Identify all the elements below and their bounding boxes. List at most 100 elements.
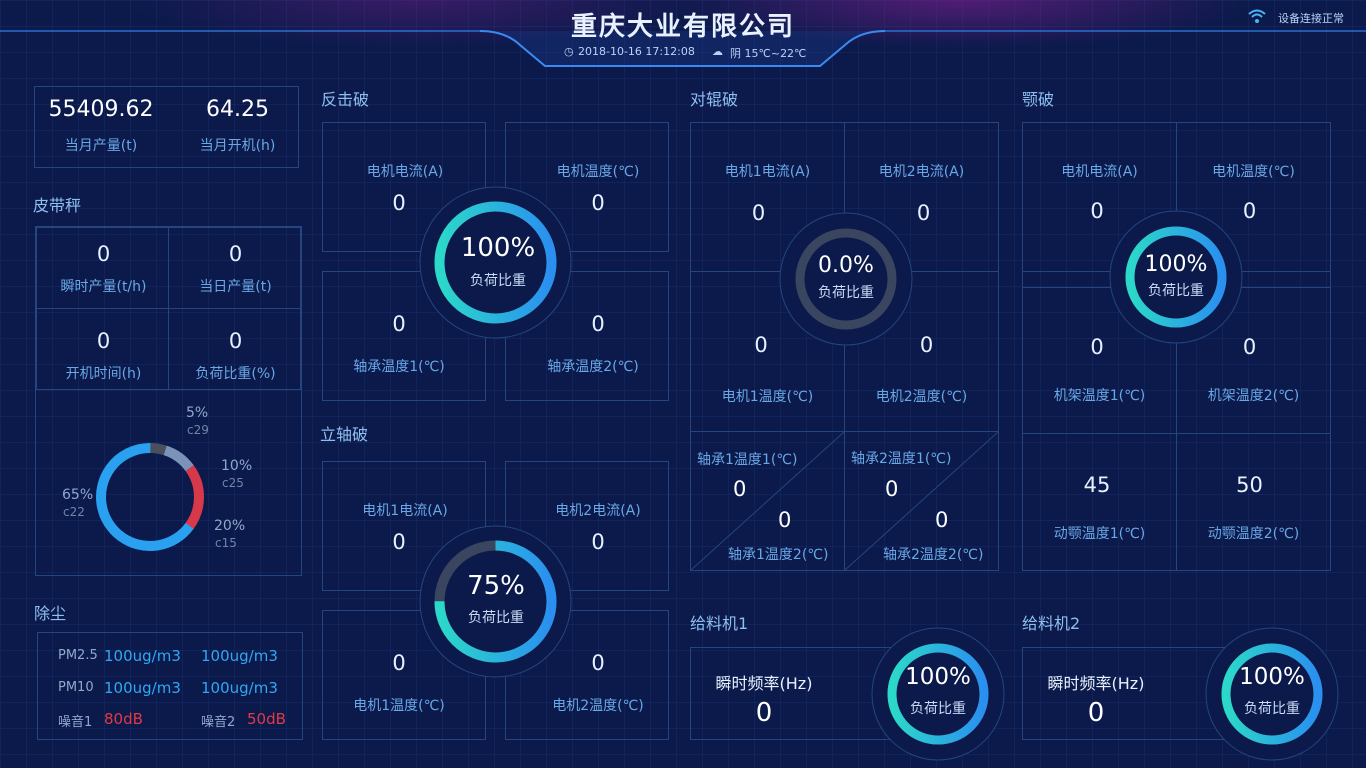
noise2-label: 噪音2 — [201, 715, 236, 730]
divider — [1023, 433, 1330, 434]
feeder1-frequency-value: 0 — [755, 698, 773, 728]
belt-instant-output-label: 瞬时产量(t/h) — [60, 279, 147, 295]
donut-label-c15: 20% — [214, 518, 245, 534]
belt-run-time-label: 开机时间(h) — [65, 366, 142, 382]
roller-bearing2-temp2-value: 0 — [935, 508, 949, 532]
pm25-value-2: 100ug/m3 — [201, 647, 278, 665]
jaw-moving-jaw-temp2-label: 动颚温度2(℃) — [1207, 526, 1300, 542]
section-title-belt: 皮带秤 — [33, 196, 82, 215]
impact-bearing-temp1-label: 轴承温度1(℃) — [353, 359, 445, 375]
noise1-label: 噪音1 — [58, 715, 93, 730]
roller-bearing1-temp2-value: 0 — [778, 508, 792, 532]
jaw-load-label: 负荷比重 — [1148, 283, 1204, 299]
roller-motor2-current-label: 电机2电流(A) — [878, 164, 965, 180]
feeder2-load-value: 100% — [1239, 664, 1305, 690]
datetime: 2018-10-16 17:12:08 — [578, 45, 695, 58]
jaw-frame-temp1-label: 机架温度1(℃) — [1053, 388, 1146, 404]
belt-load-value: 0 — [228, 329, 243, 353]
donut-label-c22: 65% — [62, 487, 93, 503]
feeder1-load-value: 100% — [905, 664, 971, 690]
noise2-value: 50dB — [247, 710, 286, 728]
impact-load-value: 100% — [460, 233, 536, 263]
feeder2-frequency-value: 0 — [1087, 698, 1105, 728]
vertical-load-value: 75% — [467, 571, 525, 601]
dust-panel: PM2.5 100ug/m3 100ug/m3 PM10 100ug/m3 10… — [37, 632, 303, 740]
pm25-row: PM2.5 — [58, 647, 98, 663]
roller-bearing2-temp1-value: 0 — [885, 477, 899, 501]
belt-daily-output-label: 当日产量(t) — [199, 279, 272, 295]
jaw-moving-jaw-temp2-value: 50 — [1236, 473, 1263, 497]
roller-bearing1-temp2-label: 轴承1温度2(℃) — [728, 547, 829, 563]
jaw-load-ring — [1109, 210, 1243, 344]
belt-load-label: 负荷比重(%) — [195, 366, 276, 382]
section-title-dust: 除尘 — [34, 604, 67, 623]
vertical-motor2-current-label: 电机2电流(A) — [555, 503, 641, 519]
section-title-feeder1: 给料机1 — [690, 614, 749, 633]
belt-cell: 0 当日产量(t) — [168, 227, 301, 309]
pm10-value-2: 100ug/m3 — [201, 679, 278, 697]
roller-motor1-current-label: 电机1电流(A) — [724, 164, 811, 180]
section-title-vertical: 立轴破 — [320, 425, 369, 444]
section-title-impact: 反击破 — [321, 90, 370, 109]
impact-load-label: 负荷比重 — [470, 273, 526, 289]
belt-cell: 0 瞬时产量(t/h) — [36, 227, 169, 309]
jaw-motor-temp-label: 电机温度(℃) — [1212, 164, 1295, 180]
donut-label-c25: 10% — [221, 458, 252, 474]
connection-status: 设备连接正常 — [1278, 12, 1344, 25]
belt-cell: 0 负荷比重(%) — [168, 308, 301, 390]
monthly-hours-label: 当月开机(h) — [199, 138, 276, 154]
feeder1-frequency-label: 瞬时频率(Hz) — [715, 674, 813, 693]
belt-daily-output-value: 0 — [228, 242, 243, 266]
monthly-output-value: 55409.62 — [48, 97, 154, 122]
jaw-moving-jaw-temp1-value: 45 — [1083, 473, 1111, 497]
feeder1-load-label: 负荷比重 — [910, 701, 966, 717]
belt-cell: 0 开机时间(h) — [36, 308, 169, 390]
feeder1-panel: 瞬时频率(Hz) 0 — [690, 647, 900, 740]
jaw-motor-current-label: 电机电流(A) — [1061, 164, 1138, 180]
donut-name-c15: c15 — [215, 536, 237, 550]
belt-donut-chart: 65% c22 5% c29 10% c25 20% c15 — [62, 405, 252, 551]
roller-load-ring — [779, 212, 913, 346]
roller-load-label: 负荷比重 — [818, 285, 874, 301]
donut-label-c29: 5% — [186, 405, 208, 421]
donut-name-c22: c22 — [63, 505, 85, 519]
impact-motor-temp-label: 电机温度(℃) — [556, 164, 640, 180]
belt-run-time-value: 0 — [96, 329, 111, 353]
roller-bearing2-temp1-label: 轴承2温度1(℃) — [851, 451, 952, 467]
pm10-label: PM10 — [58, 680, 94, 695]
roller-bearing1-temp1-label: 轴承1温度1(℃) — [697, 452, 798, 468]
monthly-hours-value: 64.25 — [206, 97, 269, 122]
donut-name-c25: c25 — [222, 476, 244, 490]
pm10-value-1: 100ug/m3 — [104, 679, 181, 697]
weather: 阴 15℃~22℃ — [730, 47, 807, 60]
pm10-row: PM10 — [58, 679, 94, 695]
section-title-feeder2: 给料机2 — [1022, 614, 1081, 633]
vertical-load-ring — [419, 525, 572, 678]
jaw-moving-jaw-temp1-label: 动颚温度1(℃) — [1053, 526, 1146, 542]
section-title-roller: 对辊破 — [690, 90, 739, 109]
feeder2-load-label: 负荷比重 — [1244, 701, 1300, 717]
jaw-frame-temp2-label: 机架温度2(℃) — [1207, 388, 1300, 404]
vertical-motor2-temp-label: 电机2温度(℃) — [552, 698, 644, 714]
roller-motor1-temp-label: 电机1温度(℃) — [721, 389, 814, 405]
feeder2-load-ring — [1205, 627, 1339, 761]
vertical-load-label: 负荷比重 — [468, 610, 524, 626]
roller-load-value: 0.0% — [818, 253, 874, 278]
pm25-value-1: 100ug/m3 — [104, 647, 181, 665]
impact-motor-current-label: 电机电流(A) — [366, 164, 444, 180]
feeder2-panel: 瞬时频率(Hz) 0 — [1022, 647, 1232, 740]
roller-bearing1-temp1-value: 0 — [733, 477, 747, 501]
belt-instant-output-value: 0 — [96, 242, 111, 266]
vertical-motor1-current-label: 电机1电流(A) — [362, 503, 448, 519]
donut-slice-c25 — [96, 443, 204, 551]
wifi-icon — [1248, 9, 1266, 23]
jaw-panel: 电机电流(A) 0 电机温度(℃) 0 0 机架温度1(℃) 0 机架温度2(℃… — [1022, 122, 1331, 571]
monthly-output-label: 当月产量(t) — [64, 138, 138, 154]
impact-bearing-temp2-label: 轴承温度2(℃) — [547, 359, 639, 375]
donut-name-c29: c29 — [187, 423, 209, 437]
roller-bearing2-temp2-label: 轴承2温度2(℃) — [883, 547, 984, 563]
cloud-icon: ☁ — [712, 45, 723, 58]
belt-panel: 0 瞬时产量(t/h) 0 当日产量(t) 0 开机时间(h) 0 负荷比重(%… — [35, 226, 302, 576]
feeder1-load-ring — [871, 627, 1005, 761]
pm25-label: PM2.5 — [58, 648, 98, 663]
